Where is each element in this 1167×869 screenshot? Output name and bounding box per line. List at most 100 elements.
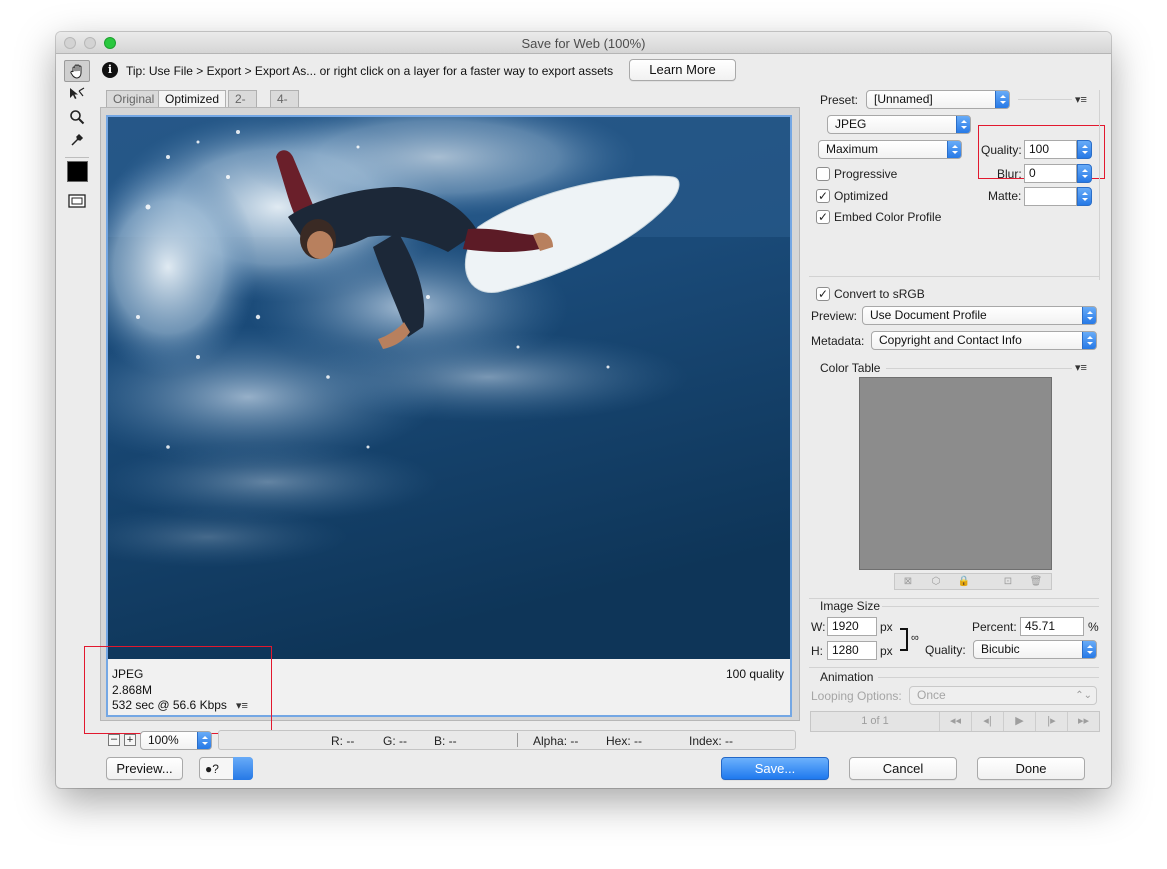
animation-divider [878,677,1099,678]
toggle-slices-visibility[interactable] [64,190,90,212]
tab-4-up[interactable]: 4-Up [270,90,300,123]
browser-globe-icon: ●? [205,762,219,776]
resample-quality-value: Bicubic [981,642,1020,656]
slice-select-icon [70,87,85,99]
color-table-title: Color Table [820,361,881,375]
preview-profile-label: Preview: [811,309,858,323]
add-color-icon[interactable]: ⊡ [997,574,1019,589]
color-table-menu-icon[interactable]: ▾≡ [1075,361,1087,374]
previous-frame-icon[interactable]: ◂| [971,712,1003,731]
progressive-checkbox[interactable] [816,167,830,181]
save-button[interactable]: Save... [721,757,829,780]
zoom-tool[interactable] [64,106,90,128]
tool-divider [65,157,89,158]
eyedropper-tool[interactable] [64,129,90,151]
percent-unit: % [1088,620,1099,634]
status-b: B: -- [434,734,457,748]
eyedropper-color-swatch[interactable] [67,161,88,182]
looping-options-value: Once [917,688,946,702]
metadata-select[interactable]: Copyright and Contact Info [871,331,1097,350]
play-icon[interactable]: ▶ [1003,712,1035,731]
embed-color-profile-label: Embed Color Profile [834,210,942,224]
web-shift-icon[interactable]: ⬡ [925,574,947,589]
status-index: Index: -- [689,734,734,748]
map-transparency-icon[interactable]: ⊠ [897,574,919,589]
zoom-in-button[interactable]: + [124,734,136,746]
chain-link-icon[interactable]: ∞ [911,632,919,644]
highlight-file-info [84,646,272,734]
optimize-menu-icon[interactable]: ▾≡ [1075,93,1087,106]
preset-label: Preset: [820,93,859,107]
image-size-divider [882,606,1099,607]
optimized-label: Optimized [834,189,889,203]
resample-quality-select[interactable]: Bicubic [973,640,1097,659]
browser-dropdown-icon [233,757,253,780]
constrain-bracket [900,628,908,651]
progressive-label: Progressive [834,167,898,181]
hand-tool[interactable] [64,60,90,82]
zoom-out-button[interactable]: – [108,734,120,746]
cancel-button[interactable]: Cancel [849,757,957,780]
lock-color-icon[interactable]: 🔒 [953,574,975,589]
file-format-select[interactable]: JPEG [827,115,971,134]
height-unit: px [880,644,893,658]
matte-dropdown[interactable] [1077,187,1092,206]
width-unit: px [880,620,893,634]
learn-more-button[interactable]: Learn More [629,59,736,81]
embed-color-profile-checkbox[interactable]: ✓ [816,210,830,224]
color-table-swatches[interactable] [859,377,1052,570]
status-hex: Hex: -- [606,734,642,748]
eyedropper-icon [71,133,84,146]
browser-select[interactable]: ●? [199,757,253,780]
looping-options-select[interactable]: Once ⌃⌄ [909,686,1097,705]
compression-quality-value: Maximum [826,142,879,156]
quality-input[interactable]: 100 [1024,140,1077,159]
surfer-image [108,117,790,659]
magnifier-icon [70,110,85,125]
resample-quality-label: Quality: [925,643,966,657]
percent-input[interactable]: 45.71 [1020,617,1084,636]
width-label: W: [811,620,826,634]
preset-select[interactable]: [Unnamed] [866,90,1010,109]
quality-stepper[interactable] [1077,140,1092,159]
zoom-level-select[interactable]: 100% [140,731,212,750]
color-table-toolbar: ⊠ ⬡ 🔒 ⊡ 🗑 [894,573,1052,590]
convert-srgb-label: Convert to sRGB [834,287,925,301]
height-input[interactable]: 1280 [827,641,877,660]
first-frame-icon[interactable]: ◂◂ [939,712,971,731]
status-r: R: -- [331,734,355,748]
slices-visibility-icon [68,194,86,208]
convert-srgb-checkbox[interactable]: ✓ [816,287,830,301]
optimized-preview-pane[interactable]: JPEG 2.868M 532 sec @ 56.6 Kbps ▾≡ 100 q… [106,115,792,717]
preview-in-browser-button[interactable]: Preview... [106,757,183,780]
done-button[interactable]: Done [977,757,1085,780]
status-divider [517,733,518,747]
last-frame-icon[interactable]: ▸▸ [1067,712,1099,731]
blur-stepper[interactable] [1077,164,1092,183]
animation-divider-top [809,667,1099,668]
width-input[interactable]: 1920 [827,617,877,636]
slice-select-tool[interactable] [64,83,90,105]
animation-controls: 1 of 1 ◂◂ ◂| ▶ |▸ ▸▸ [810,711,1100,732]
height-label: H: [811,644,823,658]
optimized-checkbox[interactable]: ✓ [816,189,830,203]
blur-input[interactable]: 0 [1024,164,1077,183]
tab-original[interactable]: Original [106,90,162,108]
preset-divider [1018,99,1072,100]
metadata-label: Metadata: [811,334,865,348]
next-frame-icon[interactable]: |▸ [1035,712,1067,731]
settings-group-edge [1099,90,1100,280]
quality-label: Quality: [981,143,1022,157]
tab-optimized[interactable]: Optimized [158,90,227,108]
metadata-value: Copyright and Contact Info [879,333,1022,347]
preview-profile-value: Use Document Profile [870,308,987,322]
preview-profile-select[interactable]: Use Document Profile [862,306,1097,325]
matte-label: Matte: [988,189,1022,203]
matte-color-field[interactable] [1024,187,1077,206]
trash-icon[interactable]: 🗑 [1025,574,1047,589]
compression-quality-select[interactable]: Maximum [818,140,962,159]
blur-label: Blur: [997,167,1022,181]
tab-2-up[interactable]: 2-Up [228,90,258,123]
animation-title: Animation [820,670,874,684]
zoom-level-value: 100% [148,733,179,747]
